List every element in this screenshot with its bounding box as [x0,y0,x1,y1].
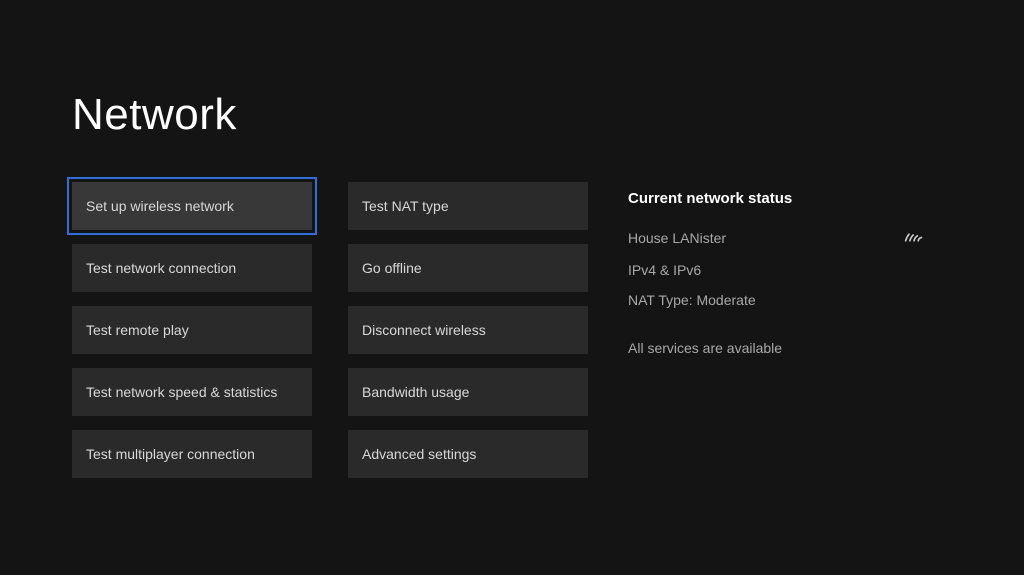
options-column-1: Set up wireless network Test network con… [72,182,312,478]
network-name: House LANister [628,230,726,246]
nat-type: NAT Type: Moderate [628,292,756,308]
tile-test-multiplayer[interactable]: Test multiplayer connection [72,430,312,478]
status-panel: Current network status House LANister IP… [624,182,924,478]
tile-test-speed-stats[interactable]: Test network speed & statistics [72,368,312,416]
tile-test-connection[interactable]: Test network connection [72,244,312,292]
tile-label: Bandwidth usage [362,384,469,400]
tile-label: Go offline [362,260,422,276]
ip-versions: IPv4 & IPv6 [628,262,701,278]
options-column-2: Test NAT type Go offline Disconnect wire… [348,182,588,478]
tile-label: Test multiplayer connection [86,446,255,462]
tile-label: Advanced settings [362,446,476,462]
tile-advanced-settings[interactable]: Advanced settings [348,430,588,478]
tile-label: Test network connection [86,260,236,276]
tile-label: Test NAT type [362,198,449,214]
tile-test-remote-play[interactable]: Test remote play [72,306,312,354]
tile-bandwidth-usage[interactable]: Bandwidth usage [348,368,588,416]
tile-label: Test network speed & statistics [86,384,277,400]
tile-disconnect-wireless[interactable]: Disconnect wireless [348,306,588,354]
tile-setup-wireless[interactable]: Set up wireless network [72,182,312,230]
tile-test-nat[interactable]: Test NAT type [348,182,588,230]
tile-label: Disconnect wireless [362,322,486,338]
status-heading: Current network status [628,190,924,207]
tile-go-offline[interactable]: Go offline [348,244,588,292]
tile-label: Test remote play [86,322,189,338]
tile-label: Set up wireless network [86,198,234,214]
wifi-signal-icon [904,227,924,248]
services-status: All services are available [628,340,924,356]
page-title: Network [72,90,952,140]
